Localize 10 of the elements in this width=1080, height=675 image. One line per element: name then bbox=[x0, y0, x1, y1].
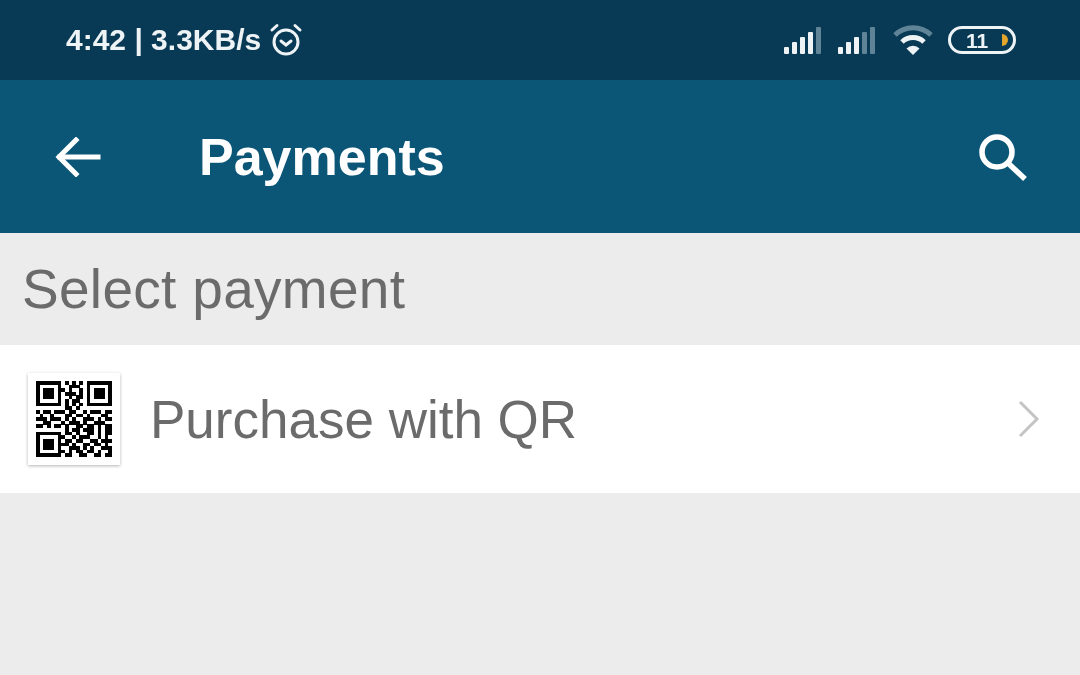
signal-icon bbox=[784, 26, 824, 54]
qr-code-icon bbox=[28, 373, 120, 465]
signal-icon bbox=[838, 26, 878, 54]
status-time: 4:42 | 3.3KB/s bbox=[66, 25, 262, 55]
alarm-clock-icon bbox=[269, 23, 304, 57]
battery-indicator: 11 bbox=[948, 26, 1016, 54]
chevron-right-icon bbox=[1018, 400, 1040, 438]
search-icon[interactable] bbox=[978, 132, 1028, 181]
wifi-icon bbox=[892, 25, 934, 55]
payment-option[interactable]: Purchase with QR bbox=[0, 345, 1080, 493]
